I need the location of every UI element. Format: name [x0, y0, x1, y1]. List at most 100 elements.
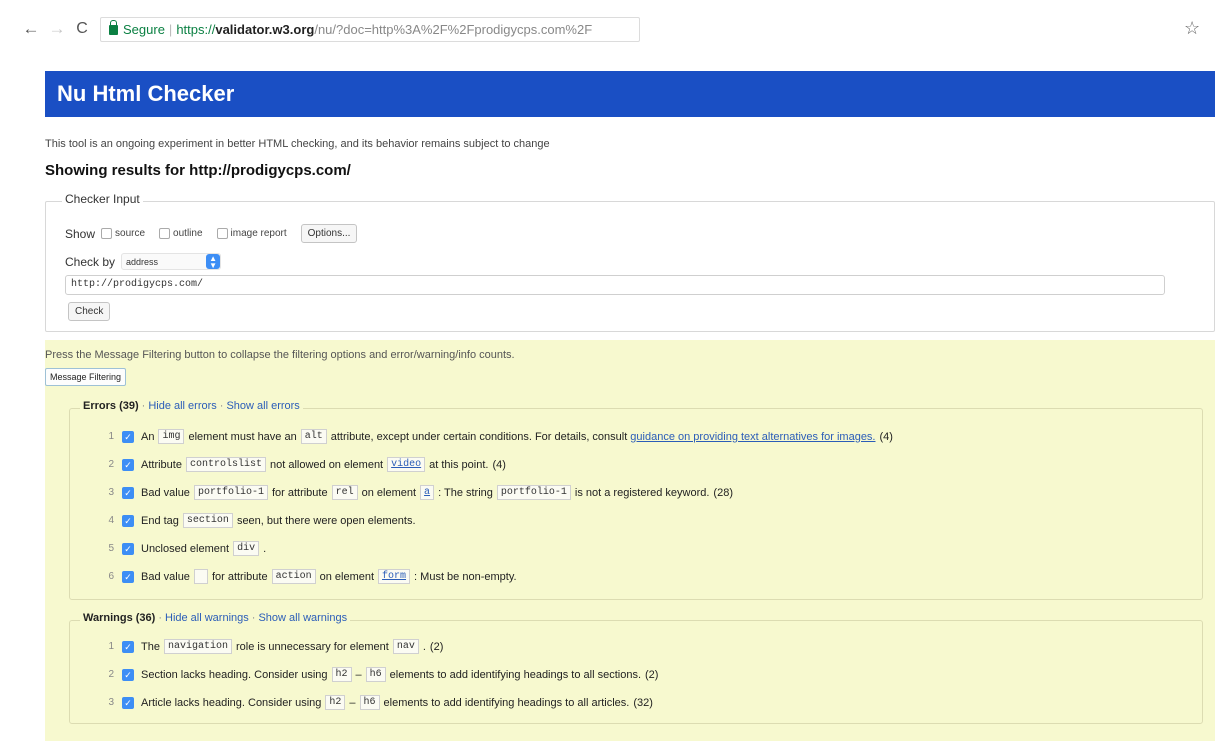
- item-number: 6: [108, 571, 114, 582]
- element-link[interactable]: a: [420, 485, 435, 500]
- message-text: attribute, except under certain conditio…: [330, 430, 628, 443]
- item-number: 4: [108, 515, 114, 526]
- intro-text: This tool is an ongoing experiment in be…: [45, 138, 550, 150]
- message-text: .: [422, 640, 426, 653]
- checkbox-icon[interactable]: [101, 228, 113, 239]
- message-text: An: [141, 430, 155, 443]
- checkbox-icon[interactable]: ✓: [122, 668, 134, 681]
- checkbox-icon[interactable]: ✓: [122, 514, 134, 527]
- select-arrows-icon: ▲ ▼: [206, 254, 221, 270]
- code-snippet-empty: [193, 569, 208, 584]
- check-by-select[interactable]: address ▲ ▼: [121, 253, 222, 270]
- option-image-report[interactable]: image report: [216, 228, 287, 239]
- code-snippet: alt: [300, 429, 327, 444]
- message-count: (4): [879, 430, 893, 443]
- message-count: (28): [713, 486, 733, 499]
- option-source-label: source: [115, 228, 146, 239]
- checkbox-icon[interactable]: ✓: [122, 640, 134, 653]
- message-text: not allowed on element: [269, 458, 384, 471]
- errors-group: Errors (39) · Hide all errors · Show all err…: [69, 400, 1203, 600]
- warnings-group: Warnings (36) · Hide all warnings · Show all…: [69, 612, 1203, 724]
- checkbox-icon[interactable]: [159, 228, 171, 239]
- checkbox-icon[interactable]: ✓: [122, 486, 134, 499]
- option-image-report-label: image report: [230, 228, 287, 239]
- option-outline-label: outline: [173, 228, 203, 239]
- checker-input-legend: Checker Input: [62, 192, 143, 206]
- code-snippet: action: [271, 569, 316, 584]
- message-text: Unclosed element: [141, 542, 230, 555]
- code-snippet: navigation: [163, 639, 232, 654]
- message-text: The: [141, 640, 160, 653]
- hide-all-errors-link[interactable]: Hide all errors: [148, 400, 216, 412]
- element-link[interactable]: video: [387, 457, 426, 472]
- element-link[interactable]: form: [378, 569, 411, 584]
- error-item: 3 ✓ Bad value portfolio-1 for attribute …: [100, 485, 733, 500]
- secure-label: Segure: [123, 22, 165, 37]
- warnings-title: Warnings (36): [83, 612, 156, 624]
- message-text: End tag: [141, 514, 179, 527]
- show-label: Show: [65, 226, 96, 241]
- item-number: 5: [108, 543, 114, 554]
- message-text: seen, but there were open elements.: [236, 514, 416, 527]
- code-snippet: h2: [325, 695, 346, 710]
- code-snippet: portfolio-1: [496, 485, 571, 500]
- item-number: 2: [108, 459, 114, 470]
- errors-title: Errors (39): [83, 400, 139, 412]
- checkbox-icon[interactable]: ✓: [122, 542, 134, 555]
- reload-icon[interactable]: C: [73, 20, 91, 38]
- item-number: 1: [108, 641, 114, 652]
- message-text: on element: [319, 570, 375, 583]
- page-title: Nu Html Checker: [57, 81, 235, 106]
- checkbox-icon[interactable]: ✓: [122, 458, 134, 471]
- address-bar[interactable]: Segure | https://validator.w3.org/nu/?doc=…: [100, 17, 640, 42]
- code-snippet: h2: [331, 667, 352, 682]
- option-outline[interactable]: outline: [159, 228, 203, 239]
- checker-input-fieldset: Checker Input Show source outline image …: [45, 192, 1215, 332]
- warning-item: 1 ✓ The navigation role is unnecessary f…: [100, 639, 443, 654]
- warning-item: 3 ✓ Article lacks heading. Consider usin…: [100, 695, 653, 710]
- message-text: at this point.: [429, 458, 489, 471]
- item-number: 1: [108, 431, 114, 442]
- message-text: elements to add identifying headings to …: [389, 668, 641, 681]
- show-all-warnings-link[interactable]: Show all warnings: [258, 612, 347, 624]
- back-arrow-icon[interactable]: ←: [22, 20, 40, 38]
- message-text: Bad value: [141, 486, 190, 499]
- message-count: (32): [633, 696, 653, 709]
- code-snippet: h6: [359, 695, 380, 710]
- forward-arrow-icon[interactable]: →: [48, 20, 66, 38]
- message-count: (2): [429, 640, 444, 653]
- message-count: (2): [645, 668, 659, 681]
- message-text: : The string: [438, 486, 493, 499]
- checkbox-icon[interactable]: ✓: [122, 570, 134, 583]
- code-snippet: section: [182, 513, 233, 528]
- checkbox-icon[interactable]: ✓: [122, 430, 134, 443]
- message-text: Bad value: [141, 570, 190, 583]
- show-all-errors-link[interactable]: Show all errors: [226, 400, 299, 412]
- url-input[interactable]: http://prodigycps.com/: [65, 275, 1165, 295]
- options-button[interactable]: Options...: [300, 224, 358, 243]
- code-snippet: h6: [365, 667, 386, 682]
- guidance-link[interactable]: guidance on providing text alternatives …: [630, 431, 875, 443]
- url-path: /nu/?doc=http%3A%2F%2Fprodigycps.com%2F: [314, 22, 593, 37]
- star-icon[interactable]: ☆: [1184, 18, 1200, 39]
- code-snippet: img: [158, 429, 185, 444]
- url-host: validator.w3.org: [215, 22, 315, 37]
- option-source[interactable]: source: [101, 228, 145, 239]
- results-heading: Showing results for http://prodigycps.co…: [45, 162, 351, 179]
- hide-all-warnings-link[interactable]: Hide all warnings: [165, 612, 249, 624]
- message-text: on element: [361, 486, 417, 499]
- message-filtering-area: Press the Message Filtering button to co…: [45, 340, 1215, 741]
- checkbox-icon[interactable]: [216, 228, 228, 239]
- message-filtering-button[interactable]: Message Filtering: [45, 368, 127, 386]
- message-text: Attribute: [141, 458, 182, 471]
- warnings-legend: Warnings (36) · Hide all warnings · Show all…: [80, 612, 351, 624]
- checkbox-icon[interactable]: ✓: [122, 696, 134, 709]
- header-banner: Nu Html Checker: [45, 71, 1215, 117]
- item-number: 3: [108, 697, 114, 708]
- item-number: 2: [108, 669, 114, 680]
- show-options-row: Show source outline image report Options…: [65, 224, 358, 243]
- message-text: .: [263, 542, 267, 555]
- lock-icon: [109, 20, 118, 35]
- check-button[interactable]: Check: [68, 302, 111, 321]
- code-snippet: div: [233, 541, 260, 556]
